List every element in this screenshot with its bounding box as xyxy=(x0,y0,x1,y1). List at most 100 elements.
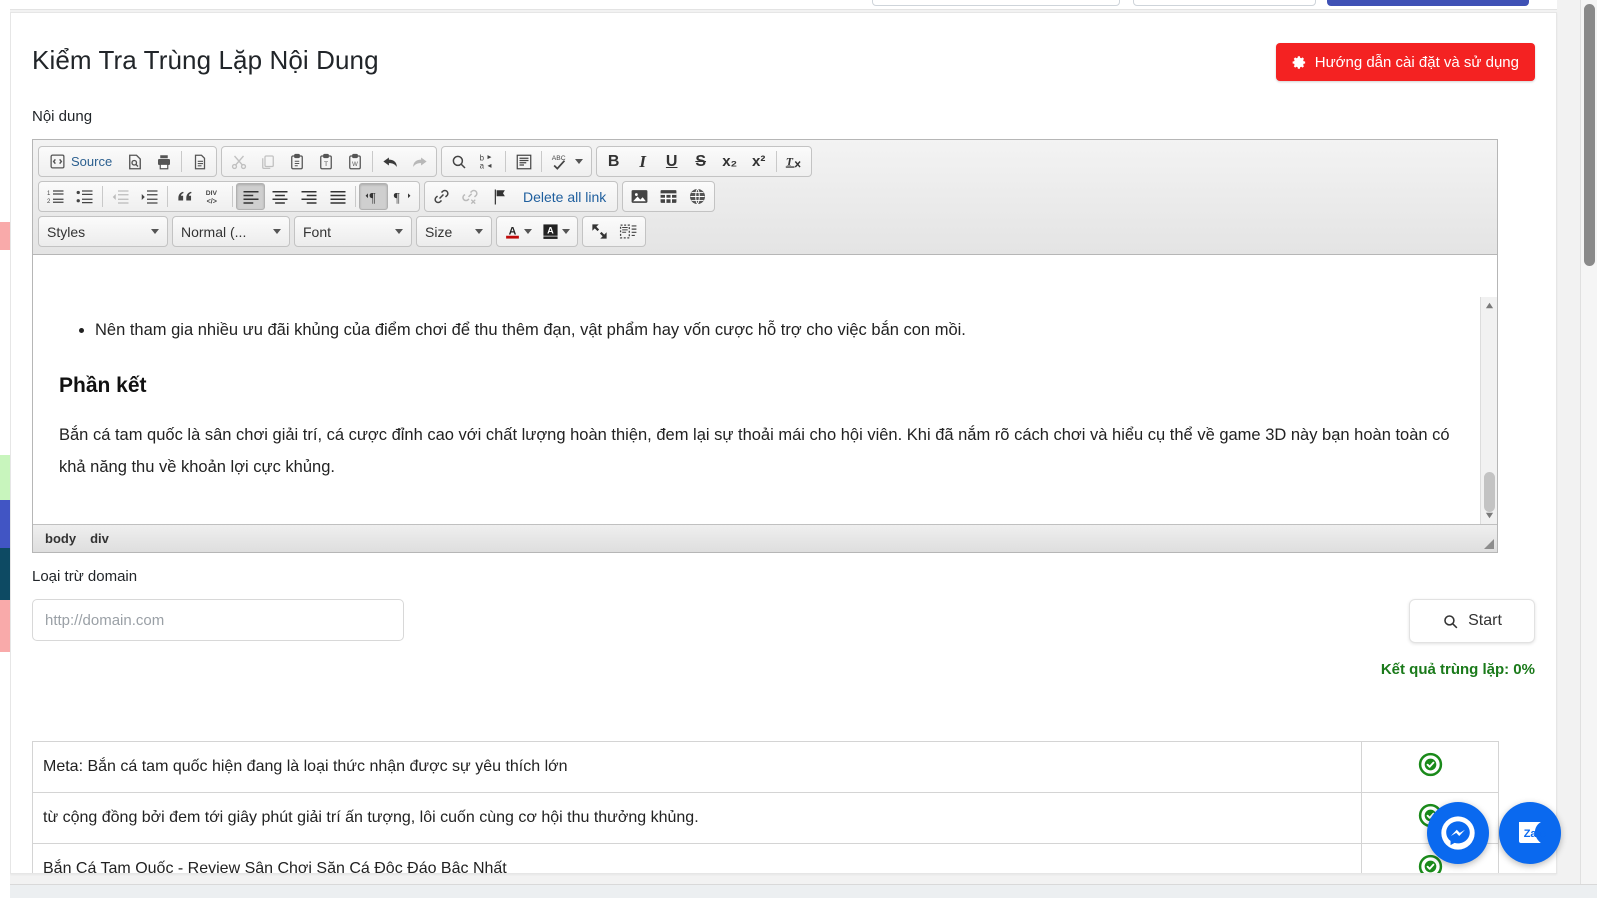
toolbar-group-editing: ba ABC xyxy=(441,146,593,177)
bold-button[interactable]: B xyxy=(599,148,628,175)
resize-handle[interactable] xyxy=(1483,538,1495,550)
size-combo[interactable]: Size xyxy=(416,216,492,247)
italic-icon: I xyxy=(639,151,647,171)
messenger-icon xyxy=(1441,816,1475,850)
copy-button[interactable] xyxy=(253,148,282,175)
page-scrollbar[interactable] xyxy=(1580,0,1597,898)
preview-button[interactable] xyxy=(120,148,149,175)
text-color-button[interactable]: A xyxy=(499,218,537,245)
replace-button[interactable]: ba xyxy=(473,148,502,175)
spellcheck-button[interactable]: ABC xyxy=(545,148,589,175)
ckeditor-content-area[interactable]: Nên tham gia nhiều ưu đãi khủng của điểm… xyxy=(33,297,1497,524)
messenger-chat-button[interactable] xyxy=(1427,802,1489,864)
chevron-down-icon xyxy=(575,159,584,164)
iframe-button[interactable] xyxy=(683,183,712,210)
format-combo-label: Normal (... xyxy=(181,223,247,240)
cut-button[interactable] xyxy=(224,148,253,175)
zalo-chat-button[interactable]: Zalo xyxy=(1499,802,1561,864)
source-button-label: Source xyxy=(71,154,113,169)
paste-word-button[interactable]: W xyxy=(340,148,369,175)
align-left-icon xyxy=(243,190,258,204)
elements-path-body[interactable]: body xyxy=(45,531,76,546)
result-row-text: Meta: Bắn cá tam quốc hiện đang là loại … xyxy=(32,741,1362,793)
font-combo[interactable]: Font xyxy=(294,216,412,247)
show-blocks-button[interactable] xyxy=(614,218,643,245)
rtl-button[interactable]: ¶ xyxy=(388,183,417,210)
guide-button[interactable]: Hướng dẫn cài đặt và sử dụng xyxy=(1275,43,1535,81)
strikethrough-icon: S xyxy=(695,152,707,170)
start-button[interactable]: Start xyxy=(1409,599,1535,643)
paste-button[interactable] xyxy=(282,148,311,175)
ltr-button[interactable]: ¶ xyxy=(359,183,388,210)
content-field-label: Nội dung xyxy=(32,108,93,125)
align-justify-button[interactable] xyxy=(323,183,352,210)
svg-text:DIV: DIV xyxy=(206,190,218,197)
link-button[interactable] xyxy=(427,183,456,210)
print-button[interactable] xyxy=(149,148,178,175)
unlink-icon xyxy=(462,189,478,205)
ckeditor-document[interactable]: Nên tham gia nhiều ưu đãi khủng của điểm… xyxy=(33,297,1497,493)
divider xyxy=(372,151,374,172)
numbered-list-icon: 1 2 xyxy=(47,189,63,205)
maximize-button[interactable] xyxy=(585,218,614,245)
blockquote-button[interactable] xyxy=(171,183,200,210)
top-input-1[interactable] xyxy=(872,0,1120,6)
align-left-button[interactable] xyxy=(236,183,265,210)
redo-button[interactable] xyxy=(405,148,434,175)
table-button[interactable] xyxy=(654,183,683,210)
exclude-domain-input[interactable] xyxy=(32,599,404,641)
remove-format-icon: T xyxy=(785,154,801,168)
superscript-button[interactable]: x² xyxy=(744,148,773,175)
top-primary-button[interactable] xyxy=(1327,0,1529,6)
table-row: Meta: Bắn cá tam quốc hiện đang là loại … xyxy=(32,741,1499,793)
div-container-icon: DIV </> xyxy=(206,190,218,206)
elements-path-div[interactable]: div xyxy=(90,531,109,546)
strike-button[interactable]: S xyxy=(686,148,715,175)
templates-button[interactable] xyxy=(185,148,214,175)
align-center-button[interactable] xyxy=(265,183,294,210)
scroll-up-arrow[interactable] xyxy=(1481,297,1498,314)
svg-text:A: A xyxy=(547,226,554,236)
page-title: Kiểm Tra Trùng Lặp Nội Dung xyxy=(32,45,379,75)
numbered-list-button[interactable]: 1 2 xyxy=(41,183,70,210)
editor-scrollbar[interactable] xyxy=(1480,297,1497,524)
underline-button[interactable]: U xyxy=(657,148,686,175)
delete-all-link-button[interactable]: Delete all link xyxy=(514,183,615,210)
page-scroll-thumb[interactable] xyxy=(1584,4,1595,266)
subscript-icon: x₂ xyxy=(722,153,738,170)
undo-button[interactable] xyxy=(376,148,405,175)
top-input-2[interactable] xyxy=(1133,0,1316,6)
toolbar-group-tools xyxy=(582,216,646,247)
styles-combo[interactable]: Styles xyxy=(38,216,168,247)
italic-button[interactable]: I xyxy=(628,148,657,175)
remove-format-button[interactable]: T xyxy=(780,148,809,175)
link-icon xyxy=(434,189,449,204)
magnifier-icon xyxy=(1444,614,1458,628)
result-row-status xyxy=(1361,741,1499,793)
anchor-button[interactable] xyxy=(485,183,514,210)
align-right-button[interactable] xyxy=(294,183,323,210)
outdent-button[interactable] xyxy=(106,183,135,210)
background-color-button[interactable]: A xyxy=(537,218,575,245)
source-button[interactable]: Source xyxy=(41,148,120,175)
copy-icon xyxy=(261,154,274,169)
indent-button[interactable] xyxy=(135,183,164,210)
select-all-button[interactable] xyxy=(509,148,538,175)
ckeditor: Source T W b a ABC B I U S x₂ x² T 1 2 D… xyxy=(32,139,1498,553)
paste-text-button[interactable]: T xyxy=(311,148,340,175)
scroll-down-arrow[interactable] xyxy=(1481,507,1498,524)
create-div-button[interactable]: DIV </> xyxy=(200,183,229,210)
outdent-icon xyxy=(112,189,128,204)
find-button[interactable] xyxy=(444,148,473,175)
subscript-button[interactable]: x₂ xyxy=(715,148,744,175)
format-combo[interactable]: Normal (... xyxy=(172,216,290,247)
scroll-thumb[interactable] xyxy=(1484,472,1495,512)
redo-icon xyxy=(413,157,427,168)
result-table: Meta: Bắn cá tam quốc hiện đang là loại … xyxy=(32,741,1499,873)
image-button[interactable] xyxy=(625,183,654,210)
svg-text:1: 1 xyxy=(47,190,51,196)
unlink-button[interactable] xyxy=(456,183,485,210)
divider xyxy=(355,186,356,207)
bulleted-list-button[interactable] xyxy=(70,183,99,210)
divider xyxy=(232,186,233,207)
